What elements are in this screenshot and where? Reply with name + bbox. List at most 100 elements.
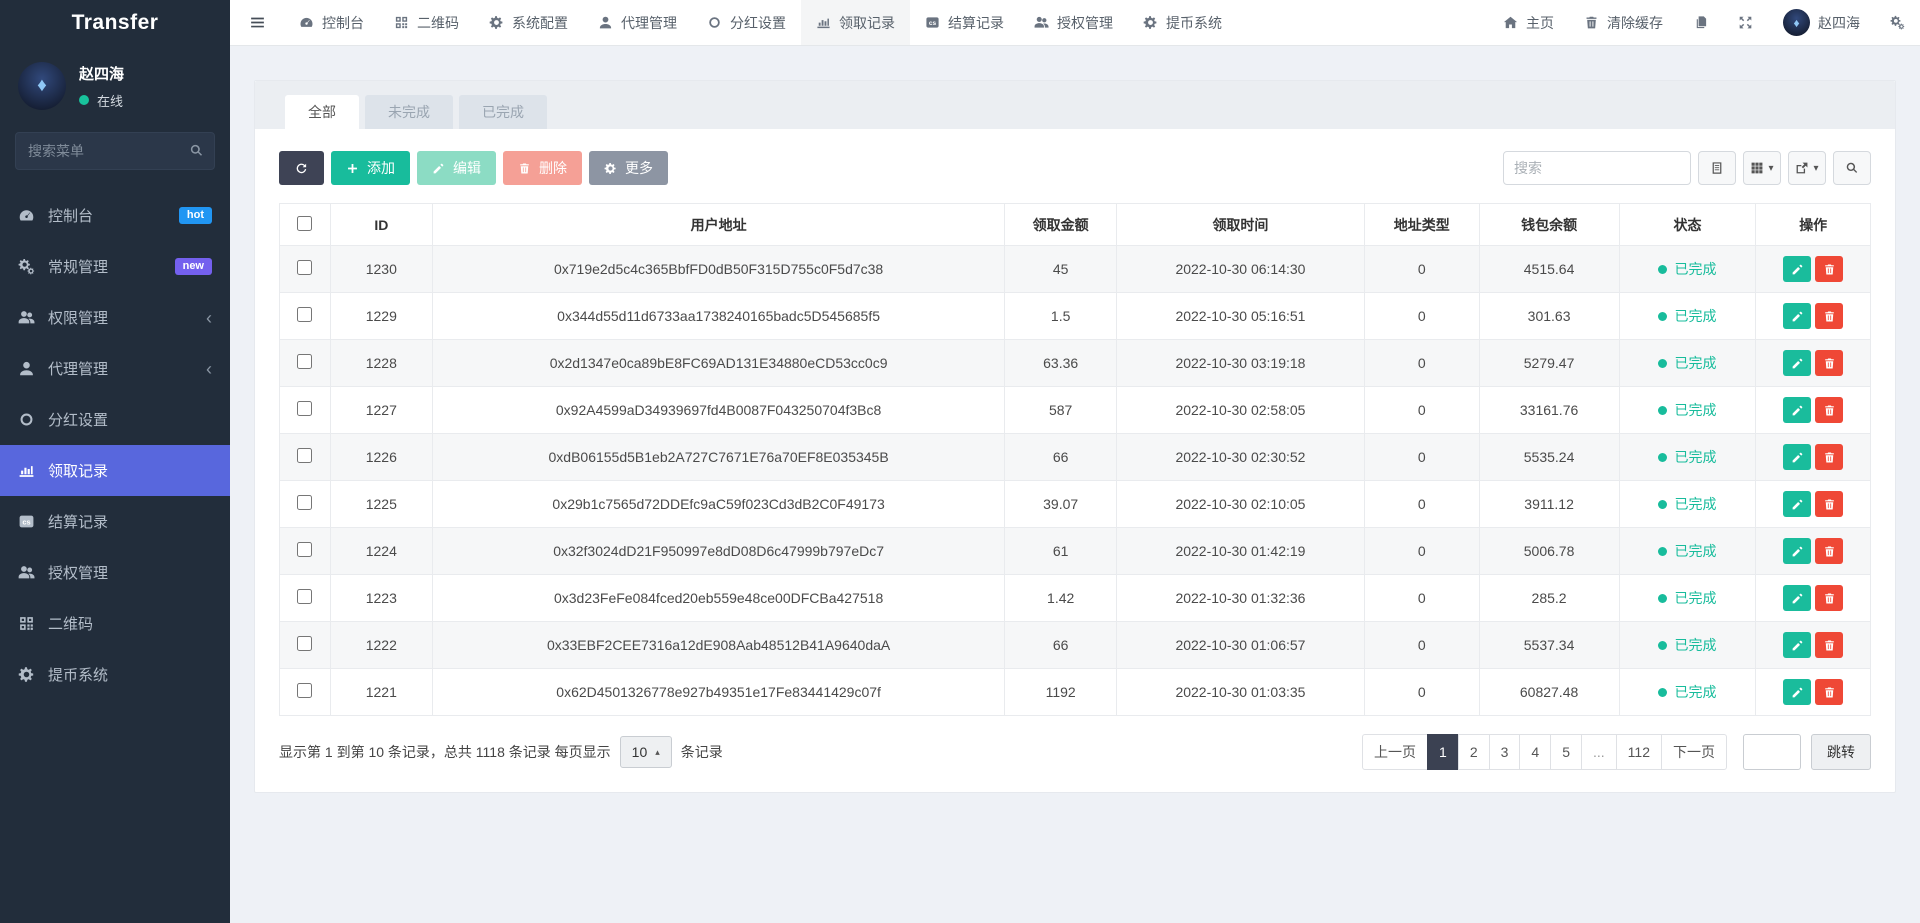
topnav-item-system[interactable]: 系统配置 <box>474 0 583 45</box>
page-next-button[interactable]: 下一页 <box>1661 734 1727 770</box>
topnav-item-label: 二维码 <box>417 13 459 33</box>
tab-finished[interactable]: 已完成 <box>459 95 547 129</box>
row-edit-button[interactable] <box>1783 397 1811 423</box>
row-select-checkbox[interactable] <box>297 589 312 604</box>
sidebar-item-agent[interactable]: 代理管理‹ <box>0 343 230 394</box>
page-number-1[interactable]: 1 <box>1427 734 1459 770</box>
row-time: 2022-10-30 01:06:57 <box>1116 622 1364 669</box>
more-button[interactable]: 更多 <box>589 151 668 185</box>
toggle-view-button[interactable] <box>1698 151 1736 185</box>
fullscreen-button[interactable] <box>1723 0 1768 45</box>
row-edit-button[interactable] <box>1783 679 1811 705</box>
topnav-item-claim[interactable]: 领取记录 <box>801 0 910 45</box>
topnav-item-settle[interactable]: 结算记录 <box>910 0 1019 45</box>
column-header-1[interactable]: 用户地址 <box>432 204 1005 246</box>
topnav-item-agent[interactable]: 代理管理 <box>583 0 692 45</box>
topnav-item-withdraw[interactable]: 提币系统 <box>1128 0 1237 45</box>
row-select-checkbox[interactable] <box>297 448 312 463</box>
sidebar-item-qrcode[interactable]: 二维码 <box>0 598 230 649</box>
clear-cache-button[interactable]: 清除缓存 <box>1569 0 1678 45</box>
page-number-3[interactable]: 3 <box>1489 734 1521 770</box>
row-delete-button[interactable] <box>1815 679 1843 705</box>
sidebar-item-withdraw[interactable]: 提币系统 <box>0 649 230 700</box>
tab-all[interactable]: 全部 <box>285 95 359 129</box>
row-delete-button[interactable] <box>1815 538 1843 564</box>
page-jump-button[interactable]: 跳转 <box>1811 734 1871 770</box>
chart-icon <box>816 15 831 30</box>
topnav-item-authorize[interactable]: 授权管理 <box>1019 0 1128 45</box>
row-edit-button[interactable] <box>1783 350 1811 376</box>
row-edit-button[interactable] <box>1783 303 1811 329</box>
row-delete-button[interactable] <box>1815 491 1843 517</box>
row-amount: 66 <box>1005 622 1116 669</box>
row-edit-button[interactable] <box>1783 585 1811 611</box>
row-edit-button[interactable] <box>1783 491 1811 517</box>
copy-page-button[interactable] <box>1678 0 1723 45</box>
page-ellipsis[interactable]: ... <box>1581 734 1617 770</box>
column-header-4[interactable]: 地址类型 <box>1365 204 1480 246</box>
page-number-5[interactable]: 5 <box>1550 734 1582 770</box>
sidebar-search-input[interactable] <box>15 132 215 170</box>
edit-button[interactable]: 编辑 <box>417 151 496 185</box>
avatar[interactable]: ♦ <box>18 62 66 110</box>
column-header-2[interactable]: 领取金额 <box>1005 204 1116 246</box>
edit-label: 编辑 <box>453 158 481 178</box>
column-header-6[interactable]: 状态 <box>1619 204 1756 246</box>
row-select-checkbox[interactable] <box>297 542 312 557</box>
select-all-checkbox[interactable] <box>297 216 312 231</box>
row-select-checkbox[interactable] <box>297 495 312 510</box>
column-header-7[interactable]: 操作 <box>1756 204 1871 246</box>
row-delete-button[interactable] <box>1815 256 1843 282</box>
row-select-checkbox[interactable] <box>297 401 312 416</box>
column-header-0[interactable]: ID <box>330 204 432 246</box>
row-delete-button[interactable] <box>1815 632 1843 658</box>
sidebar-item-settle[interactable]: 结算记录 <box>0 496 230 547</box>
row-delete-button[interactable] <box>1815 350 1843 376</box>
row-delete-button[interactable] <box>1815 303 1843 329</box>
sidebar-item-claim[interactable]: 领取记录 <box>0 445 230 496</box>
page-number-2[interactable]: 2 <box>1458 734 1490 770</box>
tab-unfinished[interactable]: 未完成 <box>365 95 453 129</box>
page-prev-button[interactable]: 上一页 <box>1362 734 1428 770</box>
row-delete-button[interactable] <box>1815 444 1843 470</box>
topnav-item-console[interactable]: 控制台 <box>284 0 379 45</box>
sidebar-item-console[interactable]: 控制台hot <box>0 190 230 241</box>
settings-button[interactable] <box>1875 0 1920 45</box>
delete-button[interactable]: 删除 <box>503 151 582 185</box>
cogs-icon <box>1890 15 1905 30</box>
sidebar-item-dividend[interactable]: 分红设置 <box>0 394 230 445</box>
page-number-4[interactable]: 4 <box>1519 734 1551 770</box>
home-button[interactable]: 主页 <box>1488 0 1569 45</box>
export-button[interactable]: ▾ <box>1788 151 1826 185</box>
sidebar-item-permission[interactable]: 权限管理‹ <box>0 292 230 343</box>
copy-icon <box>1693 15 1708 30</box>
row-edit-button[interactable] <box>1783 256 1811 282</box>
page-size-dropdown[interactable]: 10 ▴ <box>620 736 672 768</box>
row-delete-button[interactable] <box>1815 397 1843 423</box>
sidebar-toggle-button[interactable] <box>230 0 284 45</box>
row-edit-button[interactable] <box>1783 632 1811 658</box>
row-select-checkbox[interactable] <box>297 683 312 698</box>
refresh-button[interactable] <box>279 151 324 185</box>
row-edit-button[interactable] <box>1783 444 1811 470</box>
table-search-input[interactable] <box>1503 151 1691 185</box>
user-menu[interactable]: ♦ 赵四海 <box>1768 0 1875 45</box>
topnav-item-dividend[interactable]: 分红设置 <box>692 0 801 45</box>
sidebar-item-general[interactable]: 常规管理new <box>0 241 230 292</box>
row-select-checkbox[interactable] <box>297 260 312 275</box>
cogs-icon <box>18 258 35 275</box>
row-edit-button[interactable] <box>1783 538 1811 564</box>
page-number-112[interactable]: 112 <box>1616 734 1662 770</box>
column-header-3[interactable]: 领取时间 <box>1116 204 1364 246</box>
add-button[interactable]: 添加 <box>331 151 410 185</box>
search-toggle-button[interactable] <box>1833 151 1871 185</box>
sidebar-item-authorize[interactable]: 授权管理 <box>0 547 230 598</box>
row-select-checkbox[interactable] <box>297 354 312 369</box>
topnav-item-qrcode[interactable]: 二维码 <box>379 0 474 45</box>
row-select-checkbox[interactable] <box>297 636 312 651</box>
row-select-checkbox[interactable] <box>297 307 312 322</box>
page-jump-input[interactable] <box>1743 734 1801 770</box>
column-header-5[interactable]: 钱包余额 <box>1479 204 1619 246</box>
columns-button[interactable]: ▾ <box>1743 151 1781 185</box>
row-delete-button[interactable] <box>1815 585 1843 611</box>
